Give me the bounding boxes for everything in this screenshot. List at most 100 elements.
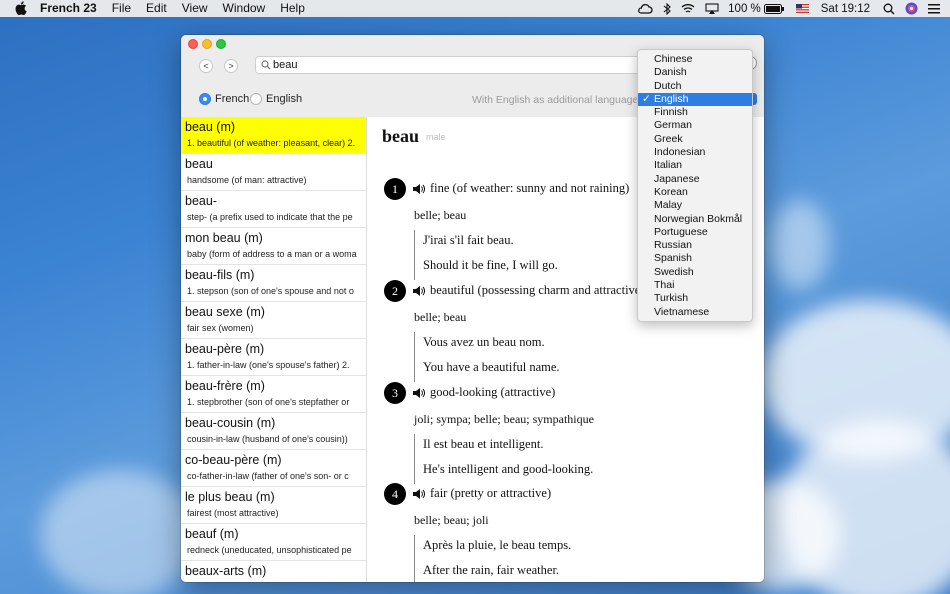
result-summary: fair sex (women) [187, 323, 254, 333]
result-summary: 1. beautiful (of weather: pleasant, clea… [187, 138, 356, 148]
result-row[interactable]: beau-père (m) 1. father-in-law (one's spo… [181, 339, 366, 376]
language-menu-item[interactable]: Chinese [638, 53, 752, 66]
menu-file[interactable]: File [112, 1, 131, 16]
result-headword: beauf (m) [185, 527, 239, 541]
language-dropdown-menu[interactable]: Chinese Danish Dutch ✓ English Finnish German G… [637, 49, 753, 322]
result-summary: handsome (of man: attractive) [187, 175, 307, 185]
result-summary: 1. stepson (son of one's spouse and not … [187, 286, 354, 296]
english-radio-label[interactable]: English [266, 93, 302, 105]
sense-synonyms: belle; beau; joli [414, 513, 489, 527]
english-radio-option[interactable]: English [250, 93, 302, 105]
close-window-button[interactable] [188, 39, 198, 49]
language-menu-item[interactable]: Portuguese [638, 226, 752, 239]
sense-number: 3 [384, 382, 406, 404]
language-menu-label: Italian [654, 159, 683, 172]
french-radio-option[interactable]: French [199, 93, 249, 105]
language-menu-item[interactable]: Japanese [638, 173, 752, 186]
language-menu-item[interactable]: Finnish [638, 106, 752, 119]
result-row[interactable]: beaux-arts (m) [181, 561, 366, 582]
battery-icon[interactable] [763, 3, 784, 14]
siri-icon[interactable] [905, 2, 918, 15]
clock[interactable]: Sat 19:12 [821, 3, 870, 15]
result-row[interactable]: mon beau (m) baby (form of address to a m… [181, 228, 366, 265]
result-row[interactable]: beauf (m) redneck (uneducated, unsophisti… [181, 524, 366, 561]
result-row[interactable]: beau-step- (a prefix used to indicate th… [181, 191, 366, 228]
result-row[interactable]: co-beau-père (m) co-father-in-law (father… [181, 450, 366, 487]
language-menu-item[interactable]: Vietnamese [638, 306, 752, 319]
search-field[interactable] [255, 56, 675, 74]
wifi-icon[interactable] [681, 3, 695, 14]
bluetooth-icon[interactable] [663, 2, 671, 15]
language-menu-item[interactable]: Dutch [638, 80, 752, 93]
language-menu-label: Turkish [654, 292, 689, 305]
result-row[interactable]: beau sexe (m) fair sex (women) [181, 302, 366, 339]
result-headword: beau-frère (m) [185, 379, 265, 393]
language-menu-item[interactable]: Korean [638, 186, 752, 199]
language-menu-label: Danish [654, 66, 687, 79]
french-radio[interactable] [199, 93, 211, 105]
language-menu-item[interactable]: Swedish [638, 266, 752, 279]
language-menu-item[interactable]: German [638, 119, 752, 132]
language-menu-label: Norwegian Bokmål [654, 212, 743, 225]
language-menu-label: Greek [654, 132, 683, 145]
result-row[interactable]: beau-frère (m) 1. stepbrother (son of one… [181, 376, 366, 413]
sense-number: 2 [384, 280, 406, 302]
language-menu-label: Malay [654, 199, 683, 212]
airplay-icon[interactable] [705, 3, 719, 14]
french-radio-label[interactable]: French [215, 93, 249, 105]
language-menu-item[interactable]: ✓ English [638, 92, 752, 107]
forward-button[interactable]: > [224, 59, 238, 73]
spotlight-search-icon[interactable] [883, 3, 895, 15]
speaker-icon[interactable] [412, 183, 425, 195]
language-menu-label: Indonesian [654, 146, 706, 159]
english-radio[interactable] [250, 93, 262, 105]
menu-bar: French 23 File Edit View Window Help 100… [0, 0, 950, 17]
speaker-icon[interactable] [412, 285, 425, 297]
language-menu-label: Japanese [654, 172, 700, 185]
language-menu-item[interactable]: Turkish [638, 292, 752, 305]
language-menu-item[interactable]: Russian [638, 239, 752, 252]
language-menu-item[interactable]: Danish [638, 66, 752, 79]
menu-view[interactable]: View [182, 1, 208, 16]
menu-help[interactable]: Help [280, 1, 305, 16]
language-menu-item[interactable]: Italian [638, 159, 752, 172]
search-input[interactable] [273, 58, 663, 72]
creative-cloud-icon[interactable] [637, 3, 653, 15]
additional-language-label: With English as additional language [472, 94, 639, 106]
battery-percent: 100 % [728, 2, 761, 15]
back-button[interactable]: < [199, 59, 213, 73]
minimize-window-button[interactable] [202, 39, 212, 49]
language-menu-item[interactable]: Malay [638, 199, 752, 212]
language-menu-item[interactable]: Thai [638, 279, 752, 292]
result-summary: co-father-in-law (father of one's son- o… [187, 471, 349, 481]
result-row[interactable]: beau-cousin (m) cousin-in-law (husband of… [181, 413, 366, 450]
example-english: Should it be fine, I will go. [423, 258, 558, 272]
language-menu-item[interactable]: Spanish [638, 252, 752, 265]
result-row[interactable]: beau handsome (of man: attractive) [181, 154, 366, 191]
apple-icon[interactable] [15, 1, 27, 15]
menu-edit[interactable]: Edit [146, 1, 167, 16]
headword: beau [382, 126, 420, 146]
example-english: You have a beautiful name. [423, 360, 560, 374]
language-menu-item[interactable]: Norwegian Bokmål [638, 213, 752, 226]
result-headword: co-beau-père (m) [185, 453, 282, 467]
app-name-menu[interactable]: French 23 [40, 1, 97, 16]
zoom-window-button[interactable] [216, 39, 226, 49]
speaker-icon[interactable] [412, 488, 425, 500]
language-menu-label: Swedish [654, 265, 694, 278]
sense-examples: Après la pluie, le beau temps. After the … [414, 535, 571, 582]
example-french: Après la pluie, le beau temps. [423, 538, 572, 552]
us-flag-icon[interactable] [795, 4, 809, 13]
menu-window[interactable]: Window [223, 1, 266, 16]
language-menu-label: Chinese [654, 53, 693, 65]
notification-center-icon[interactable] [928, 3, 940, 14]
speaker-icon[interactable] [412, 387, 425, 399]
result-row[interactable]: beau-fils (m) 1. stepson (son of one's sp… [181, 265, 366, 302]
language-menu-item[interactable]: Greek [638, 133, 752, 146]
language-menu-item[interactable]: Indonesian [638, 146, 752, 159]
result-row[interactable]: beau (m) 1. beautiful (of weather: pleasa… [181, 117, 366, 154]
result-headword: beau sexe (m) [185, 305, 265, 319]
results-list[interactable]: beau (m) 1. beautiful (of weather: pleasa… [181, 117, 367, 582]
result-row[interactable]: le plus beau (m) fairest (most attractive… [181, 487, 366, 524]
example-english: After the rain, fair weather. [423, 563, 560, 577]
